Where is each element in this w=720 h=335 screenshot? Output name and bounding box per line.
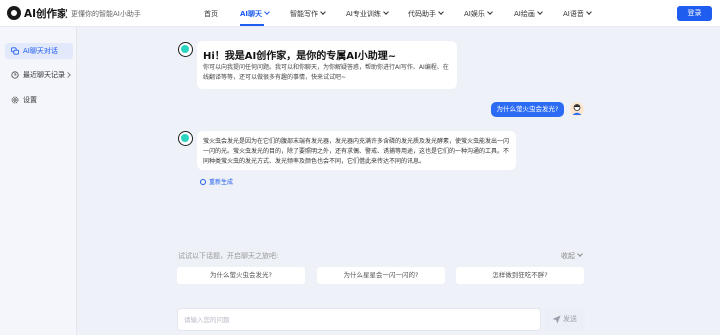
chevron-down-icon xyxy=(438,9,444,15)
sidebar-item-label: AI聊天对话 xyxy=(23,47,58,55)
nav-ai-entertainment[interactable]: AI娱乐 xyxy=(464,9,493,19)
sidebar-item-label: 最近聊天记录 xyxy=(23,71,65,79)
message-input-box xyxy=(177,308,541,331)
nav-ai-voice[interactable]: AI语音 xyxy=(563,9,592,19)
nav-ai-painting[interactable]: AI绘画 xyxy=(514,9,543,19)
nav-active-indicator xyxy=(240,24,264,26)
logo-icon[interactable] xyxy=(7,6,21,20)
user-message-bubble: 为什么萤火虫会发光? xyxy=(491,102,564,117)
greeting-card: Hi！我是AI创作家，是你的专属AI小助理~ 你可以向我提问任何问题。我可以和你… xyxy=(197,41,457,89)
chevron-down-icon xyxy=(537,9,543,15)
sidebar-item-recent-chats[interactable]: 最近聊天记录 xyxy=(5,67,73,83)
user-avatar xyxy=(570,102,584,116)
bot-answer-text: 萤火虫会发光是因为在它们的腹部末端有发光器，发光器内充满许多含磷的发光质及发光酵… xyxy=(203,138,510,165)
regenerate-button[interactable]: 重新生成 xyxy=(200,177,233,186)
sidebar-item-settings[interactable]: 设置 xyxy=(5,92,73,108)
send-button[interactable]: 发送 xyxy=(545,308,585,331)
top-nav-bar: AI创作家 更懂你的智能AI小助手 首页 AI聊天 智能写作 AI专业训练 代码… xyxy=(0,0,720,27)
sidebar: AI聊天对话 最近聊天记录 设置 xyxy=(0,27,77,335)
greeting-subtitle: 你可以向我提问任何问题。我可以和你聊天，为你解疑答惑，帮助你进行AI写作、AI编… xyxy=(203,64,449,81)
chat-bubbles-icon xyxy=(11,47,19,55)
chevron-right-icon xyxy=(65,72,71,78)
nav-ai-pro-training[interactable]: AI专业训练 xyxy=(346,9,389,19)
collapse-button[interactable]: 收起 xyxy=(561,251,583,261)
nav-code-assistant[interactable]: 代码助手 xyxy=(408,9,444,19)
message-input[interactable] xyxy=(184,313,524,327)
nav-ai-chat[interactable]: AI聊天 xyxy=(240,9,270,19)
send-label: 发送 xyxy=(563,315,577,323)
login-button[interactable]: 登录 xyxy=(677,6,712,21)
regenerate-label: 重新生成 xyxy=(209,179,234,186)
suggestions-label: 试试以下话题，开启聊天之旅吧: xyxy=(178,252,279,260)
chevron-down-icon xyxy=(320,9,326,15)
chevron-down-icon xyxy=(383,9,389,15)
bot-avatar xyxy=(178,42,193,57)
send-icon xyxy=(552,315,561,324)
suggestion-chip[interactable]: 为什么星星会一闪一闪的? xyxy=(317,267,445,284)
nav-smart-writing[interactable]: 智能写作 xyxy=(290,9,326,19)
gear-icon xyxy=(11,96,19,104)
bot-answer-card: 萤火虫会发光是因为在它们的腹部末端有发光器，发光器内充满许多含磷的发光质及发光酵… xyxy=(197,131,516,170)
brand-slogan: 更懂你的智能AI小助手 xyxy=(65,8,141,19)
suggestion-chip[interactable]: 为什么萤火虫会发光? xyxy=(177,267,305,284)
clock-icon xyxy=(11,71,19,79)
chevron-down-icon xyxy=(487,9,493,15)
sidebar-item-label: 设置 xyxy=(23,96,37,104)
chevron-down-icon xyxy=(577,251,583,257)
nav-home[interactable]: 首页 xyxy=(204,9,218,19)
brand-name[interactable]: AI创作家 xyxy=(24,6,68,21)
greeting-title: Hi！我是AI创作家，是你的专属AI小助理~ xyxy=(203,51,397,62)
sidebar-item-ai-chat[interactable]: AI聊天对话 xyxy=(5,43,73,59)
chevron-down-icon xyxy=(586,9,592,15)
bot-avatar xyxy=(178,131,193,146)
refresh-icon xyxy=(200,179,206,185)
chevron-down-icon xyxy=(264,9,270,15)
suggestion-chip[interactable]: 怎样做到狂吃不胖? xyxy=(456,267,584,284)
